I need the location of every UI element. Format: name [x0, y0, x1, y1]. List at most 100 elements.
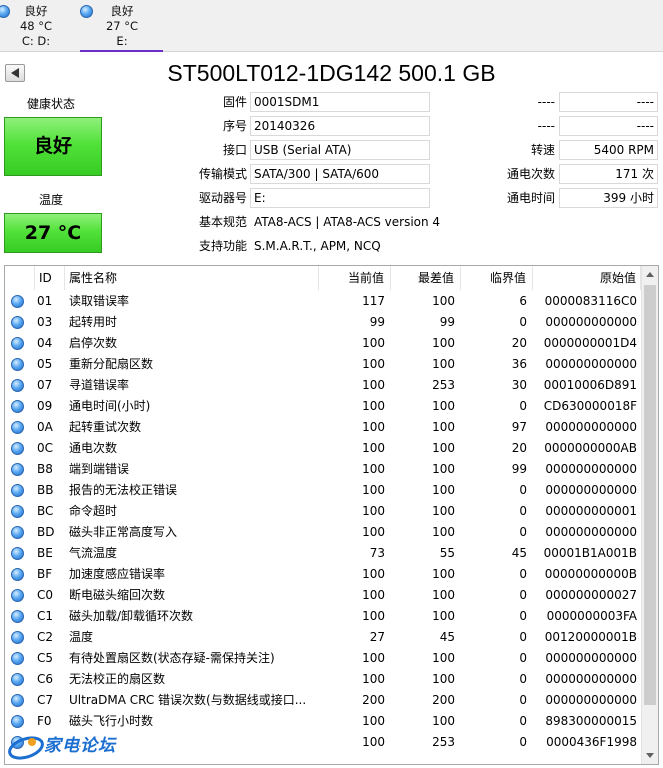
threshold-value: 0	[519, 609, 527, 623]
table-row[interactable]: C7 UltraDMA CRC 错误次数(与数据线或接口... 200 200 0 000…	[5, 690, 641, 711]
attribute-name: 起转用时	[69, 315, 118, 329]
current-value: 99	[369, 315, 385, 329]
worst-value: 99	[439, 315, 455, 329]
power-on-hours-field: 399 小时	[559, 188, 658, 208]
table-row[interactable]: 01 读取错误率 117 100 6 0000083116C0	[5, 291, 641, 312]
features-label: 支持功能	[198, 239, 247, 253]
threshold-value: 6	[519, 294, 527, 308]
threshold-value: 99	[511, 462, 527, 476]
table-row[interactable]: C1 磁头加载/卸载循环次数 100 100 0 0000000003FA	[5, 606, 641, 627]
table-row[interactable]: 05 重新分配扇区数 100 100 36 000000000000	[5, 354, 641, 375]
header-raw[interactable]: 原始值	[533, 266, 641, 290]
worst-value: 100	[432, 609, 455, 623]
table-row[interactable]: BE 气流温度 73 55 45 00001B1A001B	[5, 543, 641, 564]
table-row[interactable]: 09 通电时间(小时) 100 100 0 CD630000018F	[5, 396, 641, 417]
smart-attribute-table: ID 属性名称 当前值 最差值 临界值 原始值 01 读取错误率 117 100 6 00…	[4, 265, 659, 765]
worst-value: 100	[432, 672, 455, 686]
attribute-id: BD	[37, 525, 55, 539]
status-dot-icon	[11, 568, 24, 581]
worst-value: 100	[432, 567, 455, 581]
power-on-hours-label: 通电时间	[506, 191, 555, 205]
attribute-id: 04	[37, 336, 53, 350]
worst-value: 100	[432, 483, 455, 497]
table-row[interactable]: 04 启停次数 100 100 20 0000000001D4	[5, 333, 641, 354]
raw-value: 000000000000	[545, 525, 637, 539]
temperature-label: 温度	[38, 193, 63, 207]
table-row[interactable]: 07 寻道错误率 100 253 30 00010006D891	[5, 375, 641, 396]
header-status[interactable]	[5, 266, 35, 290]
raw-value: 000000000000	[545, 420, 637, 434]
forum-watermark-logo: 家电论坛	[6, 728, 136, 765]
attribute-name: 端到端错误	[69, 462, 130, 476]
table-row[interactable]: 0C 通电次数 100 100 20 0000000000AB	[5, 438, 641, 459]
raw-value: 000000000027	[545, 588, 637, 602]
status-dot-icon	[11, 379, 24, 392]
attribute-name: 有待处置扇区数(状态存疑-需保持关注)	[69, 651, 275, 665]
worst-value: 100	[432, 357, 455, 371]
attribute-name: 通电次数	[69, 441, 118, 455]
attribute-name: 磁头非正常高度写入	[69, 525, 178, 539]
vertical-scrollbar[interactable]	[641, 266, 658, 764]
drive-letters: C: D:	[21, 34, 51, 48]
status-dot-icon	[11, 505, 24, 518]
raw-value: 000000000001	[545, 504, 637, 518]
header-threshold[interactable]: 临界值	[461, 266, 533, 290]
temperature-badge[interactable]: 27 °C	[4, 213, 102, 253]
table-row[interactable]: BB 报告的无法校正错误 100 100 0 000000000000	[5, 480, 641, 501]
table-row[interactable]: 0A 起转重试次数 100 100 97 000000000000	[5, 417, 641, 438]
table-row[interactable]: BD 磁头非正常高度写入 100 100 0 000000000000	[5, 522, 641, 543]
worst-value: 253	[432, 378, 455, 392]
threshold-value: 20	[511, 336, 527, 350]
scroll-down-icon[interactable]	[642, 747, 658, 764]
table-row[interactable]: C0 断电磁头缩回次数 100 100 0 000000000027	[5, 585, 641, 606]
attribute-name: 重新分配扇区数	[69, 357, 154, 371]
current-value: 100	[362, 378, 385, 392]
table-row[interactable]: C5 有待处置扇区数(状态存疑-需保持关注) 100 100 0 000000000000	[5, 648, 641, 669]
attribute-id: C7	[37, 693, 54, 707]
attribute-id: C0	[37, 588, 54, 602]
raw-value: 0000000000AB	[544, 441, 637, 455]
attribute-id: C5	[37, 651, 54, 665]
header-current[interactable]: 当前值	[319, 266, 391, 290]
status-dot-icon	[11, 400, 24, 413]
transfer-mode-label: 传输模式	[198, 167, 247, 181]
status-dot-icon	[11, 610, 24, 623]
attribute-name: 起转重试次数	[69, 420, 142, 434]
current-value: 100	[362, 567, 385, 581]
power-on-count-label: 通电次数	[506, 167, 555, 181]
table-row[interactable]: BC 命令超时 100 100 0 000000000001	[5, 501, 641, 522]
raw-value: 0000083116C0	[544, 294, 637, 308]
current-value: 100	[362, 357, 385, 371]
threshold-value: 0	[519, 504, 527, 518]
table-row[interactable]: B8 端到端错误 100 100 99 000000000000	[5, 459, 641, 480]
health-status-badge[interactable]: 良好	[4, 117, 102, 176]
header-name[interactable]: 属性名称	[65, 266, 319, 290]
status-dot-icon	[11, 484, 24, 497]
raw-value: 00120000001B	[544, 630, 637, 644]
scroll-thumb[interactable]	[644, 285, 656, 705]
attribute-id: 05	[37, 357, 53, 371]
raw-value: CD630000018F	[543, 399, 637, 413]
table-row[interactable]: C6 无法校正的扇区数 100 100 0 000000000000	[5, 669, 641, 690]
current-value: 73	[369, 546, 385, 560]
current-value: 100	[362, 609, 385, 623]
header-id[interactable]: ID	[35, 266, 65, 290]
attribute-name: UltraDMA CRC 错误次数(与数据线或接口...	[69, 693, 307, 707]
table-row[interactable]: C2 温度 27 45 0 00120000001B	[5, 627, 641, 648]
scroll-up-icon[interactable]	[642, 266, 658, 283]
drive-tab-e[interactable]: 良好 27 °C E:	[80, 0, 163, 52]
drive-tab-cd[interactable]: 良好 48 °C C: D:	[0, 0, 70, 52]
worst-value: 100	[432, 588, 455, 602]
header-worst[interactable]: 最差值	[391, 266, 461, 290]
attribute-id: C2	[37, 630, 54, 644]
table-row[interactable]: 03 起转用时 99 99 0 000000000000	[5, 312, 641, 333]
drive-letters: E:	[116, 34, 128, 48]
attribute-id: BE	[37, 546, 53, 560]
raw-value: 00010006D891	[543, 378, 637, 392]
watermark-text: 家电论坛	[44, 736, 116, 756]
attribute-id: BF	[37, 567, 53, 581]
table-row[interactable]: BF 加速度感应错误率 100 100 0 00000000000B	[5, 564, 641, 585]
threshold-value: 0	[519, 714, 527, 728]
serial-field: 20140326	[250, 116, 430, 136]
dash-label-2: ----	[537, 119, 555, 133]
